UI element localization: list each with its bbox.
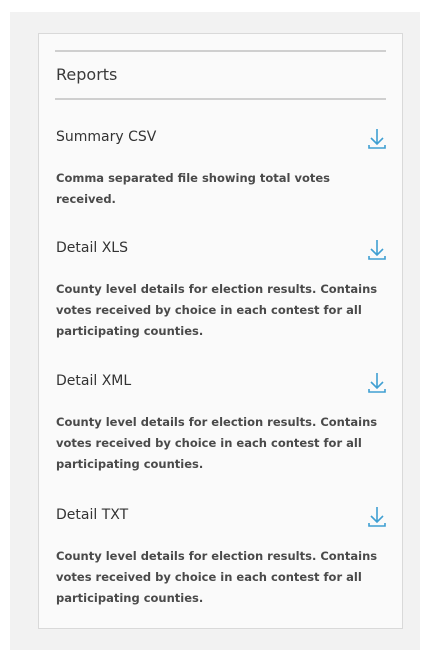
download-icon[interactable] xyxy=(365,238,389,262)
report-item-detail-txt: Detail TXT County level details for elec… xyxy=(56,505,389,609)
report-name: Detail XML xyxy=(56,373,132,389)
top-divider xyxy=(55,50,386,52)
report-item-summary-csv: Summary CSV Comma separated file showing… xyxy=(56,127,389,210)
download-icon[interactable] xyxy=(365,127,389,151)
report-item-detail-xml: Detail XML County level details for elec… xyxy=(56,371,389,475)
download-icon[interactable] xyxy=(365,371,389,395)
report-description: County level details for election result… xyxy=(56,415,378,471)
download-icon[interactable] xyxy=(365,505,389,529)
report-name: Detail XLS xyxy=(56,240,128,256)
title-divider xyxy=(55,98,386,100)
report-name: Detail TXT xyxy=(56,507,129,523)
report-description: County level details for election result… xyxy=(56,549,378,605)
report-description: County level details for election result… xyxy=(56,282,378,338)
panel-title: Reports xyxy=(56,65,118,84)
report-description: Comma separated file showing total votes… xyxy=(56,171,331,206)
page-background: Reports Summary CSV Comma separated file… xyxy=(10,12,420,650)
reports-panel: Reports Summary CSV Comma separated file… xyxy=(38,33,403,629)
report-item-detail-xls: Detail XLS County level details for elec… xyxy=(56,238,389,342)
report-name: Summary CSV xyxy=(56,129,157,145)
